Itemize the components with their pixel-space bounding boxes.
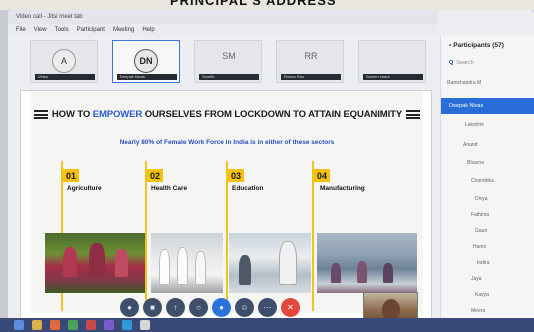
react-icon[interactable]: ☺ xyxy=(235,298,254,317)
sector-divider xyxy=(226,161,228,311)
participant-item[interactable]: Ramchandra M xyxy=(447,80,534,92)
panel-bullet-icon: • xyxy=(449,42,452,49)
start-icon[interactable] xyxy=(14,320,24,330)
tile-dn[interactable]: DN Deepak Nivas xyxy=(112,40,180,83)
sector-name: Health Care xyxy=(151,185,188,192)
avatar: DN xyxy=(134,49,158,73)
share-icon[interactable]: ↑ xyxy=(166,298,185,317)
folder-icon[interactable] xyxy=(32,320,42,330)
tile-sm[interactable]: SM Sumith xyxy=(194,40,262,83)
tile-label: Screen share xyxy=(363,74,423,80)
title-emphasis: EMPOWER xyxy=(92,109,143,120)
participant-item[interactable]: Indira xyxy=(477,260,534,272)
app-icon[interactable] xyxy=(140,320,150,330)
panel-title: • Participants (57) xyxy=(449,42,504,49)
app-icon[interactable] xyxy=(86,320,96,330)
search-icon: Q xyxy=(449,60,454,66)
education-photo xyxy=(229,233,311,293)
sector-divider xyxy=(145,161,147,311)
shared-screen: HOW TO EMPOWER OURSELVES FROM LOCKDOWN T… xyxy=(20,90,432,322)
app-icon[interactable] xyxy=(122,320,132,330)
more-icon[interactable]: ⋯ xyxy=(258,298,277,317)
chat-icon[interactable]: ○ xyxy=(189,298,208,317)
sector-number: 01 xyxy=(63,169,79,182)
sector-name: Manufacturing xyxy=(320,185,365,192)
participant-item[interactable]: Divya xyxy=(475,196,534,208)
video-icon[interactable]: ■ xyxy=(143,298,162,317)
title-bars-icon xyxy=(33,110,48,119)
sector-number: 03 xyxy=(228,169,244,182)
tile-label: Deepak Nivas xyxy=(117,74,177,80)
tile-label: Sumith xyxy=(199,74,259,80)
participant-item[interactable]: Chandrika xyxy=(471,178,534,190)
participant-item[interactable]: Harini xyxy=(473,244,534,256)
agriculture-photo xyxy=(45,233,145,293)
tile-screen[interactable]: Screen share xyxy=(358,40,426,83)
menu-tools[interactable]: Tools xyxy=(55,27,69,36)
participant-search[interactable]: Q Search xyxy=(449,60,534,70)
participant-item[interactable]: Lakshmi xyxy=(465,122,534,134)
sector-number: 04 xyxy=(314,169,330,182)
tile-label: Video xyxy=(35,74,95,80)
participant-item[interactable]: Kavya xyxy=(475,292,534,304)
header-caption: PRINCIPAL'S ADDRESS xyxy=(170,0,337,8)
sector-number: 02 xyxy=(147,169,163,182)
menu-view[interactable]: View xyxy=(34,27,47,36)
slide-title: HOW TO EMPOWER OURSELVES FROM LOCKDOWN T… xyxy=(31,109,423,120)
sector-divider xyxy=(312,161,314,311)
tile-rr[interactable]: RR Rohan Rao xyxy=(276,40,344,83)
app-icon[interactable] xyxy=(50,320,60,330)
search-placeholder: Search xyxy=(456,60,474,66)
taskbar xyxy=(0,318,534,332)
participant-item[interactable]: Bhavna xyxy=(467,160,534,172)
avatar: A xyxy=(52,49,76,73)
sector-name: Agriculture xyxy=(67,185,102,192)
call-toolbar: ● ■ ↑ ○ ● ☺ ⋯ ✕ xyxy=(120,298,300,320)
tile-a[interactable]: A Video xyxy=(30,40,98,83)
tile-label: Rohan Rao xyxy=(281,74,341,80)
health-care-photo xyxy=(151,233,223,293)
app-icon[interactable] xyxy=(68,320,78,330)
participant-item[interactable]: Gauri xyxy=(475,228,534,240)
menu-meeting[interactable]: Meeting xyxy=(113,27,134,36)
sector-name: Education xyxy=(232,185,264,192)
header-caption-band: PRINCIPAL'S ADDRESS xyxy=(0,0,534,10)
slide-subtitle: Nearly 80% of Female Work Force in India… xyxy=(119,139,335,146)
end-call-icon[interactable]: ✕ xyxy=(281,298,300,317)
app-icon[interactable] xyxy=(104,320,114,330)
mic-icon[interactable]: ● xyxy=(120,298,139,317)
menu-participant[interactable]: Participant xyxy=(77,27,105,36)
participant-item[interactable]: Fathima xyxy=(471,212,534,224)
presentation-slide: HOW TO EMPOWER OURSELVES FROM LOCKDOWN T… xyxy=(31,91,423,313)
participant-item[interactable]: Jaya xyxy=(471,276,534,288)
window-title: Video call - Jitsi meet tab xyxy=(8,10,438,24)
participants-panel: • Participants (57) Q Search Ramchandra M … xyxy=(440,36,534,326)
participant-tiles: A Video DN Deepak Nivas SM Sumith RR Roh… xyxy=(30,40,440,85)
title-post: OURSELVES FROM LOCKDOWN TO ATTAIN EQUANI… xyxy=(144,109,403,120)
participant-item-selected[interactable]: Deepak Nivas xyxy=(441,98,534,114)
title-pre: HOW TO xyxy=(51,109,91,120)
menu-file[interactable]: File xyxy=(16,27,26,36)
manufacturing-photo xyxy=(317,233,417,293)
participant-item[interactable]: Anand xyxy=(463,142,534,154)
tile-initials: RR xyxy=(304,51,318,61)
participants-icon[interactable]: ● xyxy=(212,298,231,317)
meeting-window: Video call - Jitsi meet tab File View To… xyxy=(8,10,534,326)
menu-help[interactable]: Help xyxy=(142,27,154,36)
title-bars-icon xyxy=(406,110,421,119)
menu-bar: File View Tools Participant Meeting Help xyxy=(8,24,438,36)
tile-initials: SM xyxy=(222,51,236,61)
